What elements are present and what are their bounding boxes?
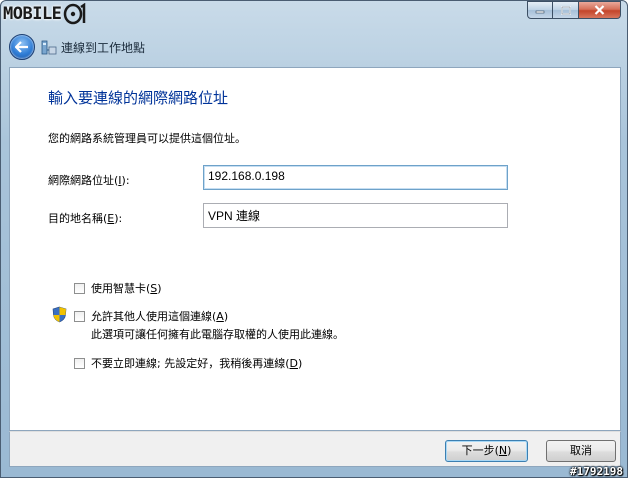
mobile01-logo: MOBILE bbox=[3, 2, 89, 26]
maximize-icon bbox=[560, 5, 571, 15]
cancel-button[interactable]: 取消 bbox=[546, 440, 616, 462]
close-icon bbox=[594, 5, 605, 15]
smartcard-option[interactable]: 使用智慧卡(S) bbox=[74, 280, 162, 296]
caption-buttons bbox=[527, 1, 621, 19]
watermark: #1792198 bbox=[570, 465, 623, 478]
nav-bar: 連線到工作地點 bbox=[9, 31, 619, 63]
logo-01-mark-icon bbox=[64, 3, 86, 25]
allow-others-option[interactable]: 允許其他人使用這個連線(A) bbox=[74, 308, 228, 324]
maximize-button[interactable] bbox=[553, 1, 579, 19]
minimize-icon bbox=[535, 10, 545, 14]
back-button[interactable] bbox=[9, 34, 35, 60]
close-button[interactable] bbox=[579, 1, 621, 19]
network-connection-icon bbox=[41, 40, 57, 55]
minimize-button[interactable] bbox=[527, 1, 553, 19]
allow-others-checkbox[interactable] bbox=[74, 310, 85, 322]
destination-label: 目的地名稱(E): bbox=[48, 212, 123, 225]
dont-connect-option[interactable]: 不要立即連線; 先設定好，我稍後再連線(D) bbox=[74, 355, 302, 371]
wizard-window: MOBILE 連線到工作地點 輸入要連線的網際網路位址 您的網路系統管理員可以提… bbox=[0, 0, 628, 478]
destination-name-value: VPN 連線 bbox=[208, 209, 261, 223]
wizard-title: 連線到工作地點 bbox=[61, 40, 146, 55]
intro-text: 您的網路系統管理員可以提供這個位址。 bbox=[48, 132, 246, 145]
allow-others-note: 此選項可讓任何擁有此電腦存取權的人使用此連線。 bbox=[91, 328, 344, 341]
smartcard-checkbox[interactable] bbox=[74, 282, 85, 294]
uac-shield-icon bbox=[52, 306, 67, 323]
wizard-content: 輸入要連線的網際網路位址 您的網路系統管理員可以提供這個位址。 網際網路位址(I… bbox=[9, 67, 621, 431]
allow-others-label: 允許其他人使用這個連線(A) bbox=[91, 310, 229, 323]
address-label: 網際網路位址(I): bbox=[48, 174, 130, 187]
button-bar: 下一步(N) 取消 bbox=[9, 431, 621, 467]
destination-name-input[interactable]: VPN 連線 bbox=[203, 203, 508, 228]
next-button[interactable]: 下一步(N) bbox=[445, 440, 528, 462]
internet-address-input[interactable]: 192.168.0.198 bbox=[203, 165, 508, 190]
back-arrow-icon bbox=[15, 41, 28, 53]
smartcard-label: 使用智慧卡(S) bbox=[91, 282, 162, 295]
internet-address-value: 192.168.0.198 bbox=[208, 169, 285, 183]
dont-connect-checkbox[interactable] bbox=[74, 357, 85, 369]
logo-text: MOBILE bbox=[3, 4, 62, 24]
page-heading: 輸入要連線的網際網路位址 bbox=[48, 89, 229, 107]
dont-connect-label: 不要立即連線; 先設定好，我稍後再連線(D) bbox=[91, 357, 303, 370]
